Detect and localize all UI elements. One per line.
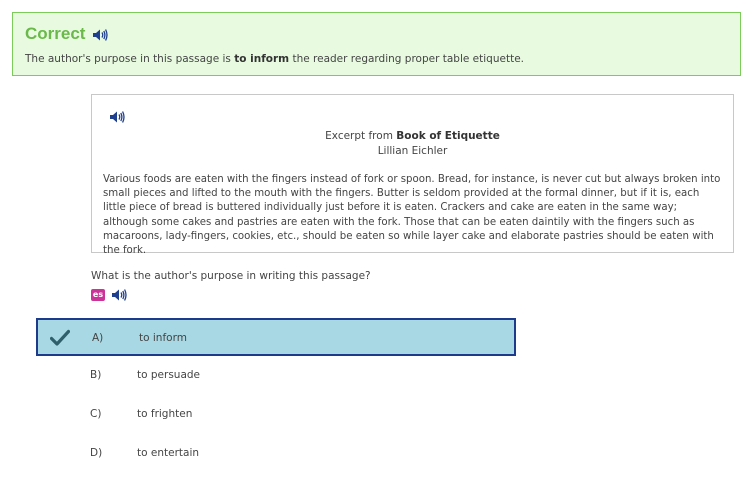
feedback-message-answer: to inform [234, 53, 290, 65]
choice-letter: A) [92, 332, 104, 344]
answer-choice-d[interactable]: D) to entertain [36, 435, 516, 473]
passage-heading: Excerpt from Book of Etiquette [92, 130, 733, 142]
passage-body: Various foods are eaten with the fingers… [103, 174, 721, 257]
checkmark-icon [49, 329, 71, 351]
feedback-message-start: The author's purpose in this passage is [25, 53, 235, 65]
question-text: What is the author's purpose in writing … [91, 270, 371, 282]
feedback-title-row: Correct [25, 24, 109, 44]
feedback-banner: Correct The author's purpose in this pas… [12, 12, 741, 76]
speaker-icon[interactable] [110, 287, 128, 303]
speaker-icon[interactable] [108, 109, 126, 125]
feedback-message-end: the reader regarding proper table etique… [289, 53, 524, 65]
passage-box: Excerpt from Book of Etiquette Lillian E… [91, 94, 734, 256]
choice-letter: D) [90, 447, 103, 459]
feedback-title: Correct [25, 24, 86, 43]
feedback-message: The author's purpose in this passage is … [25, 53, 524, 65]
choice-text: to entertain [137, 447, 200, 459]
choice-letter: C) [90, 408, 102, 420]
answer-choice-b[interactable]: B) to persuade [36, 357, 516, 395]
answer-choice-c[interactable]: C) to frighten [36, 396, 516, 434]
passage-author: Lillian Eichler [377, 145, 448, 157]
question-tools: es [91, 287, 128, 303]
choice-text: to frighten [137, 408, 193, 420]
choice-text: to persuade [137, 369, 201, 381]
choice-text: to inform [139, 332, 187, 344]
passage-heading-prefix: Excerpt from [325, 130, 397, 142]
answer-choice-a[interactable]: A) to inform [36, 318, 516, 356]
choice-letter: B) [90, 369, 102, 381]
passage-book-title: Book of Etiquette [396, 130, 500, 142]
spanish-language-icon[interactable]: es [91, 289, 105, 301]
speaker-icon[interactable] [91, 27, 109, 43]
